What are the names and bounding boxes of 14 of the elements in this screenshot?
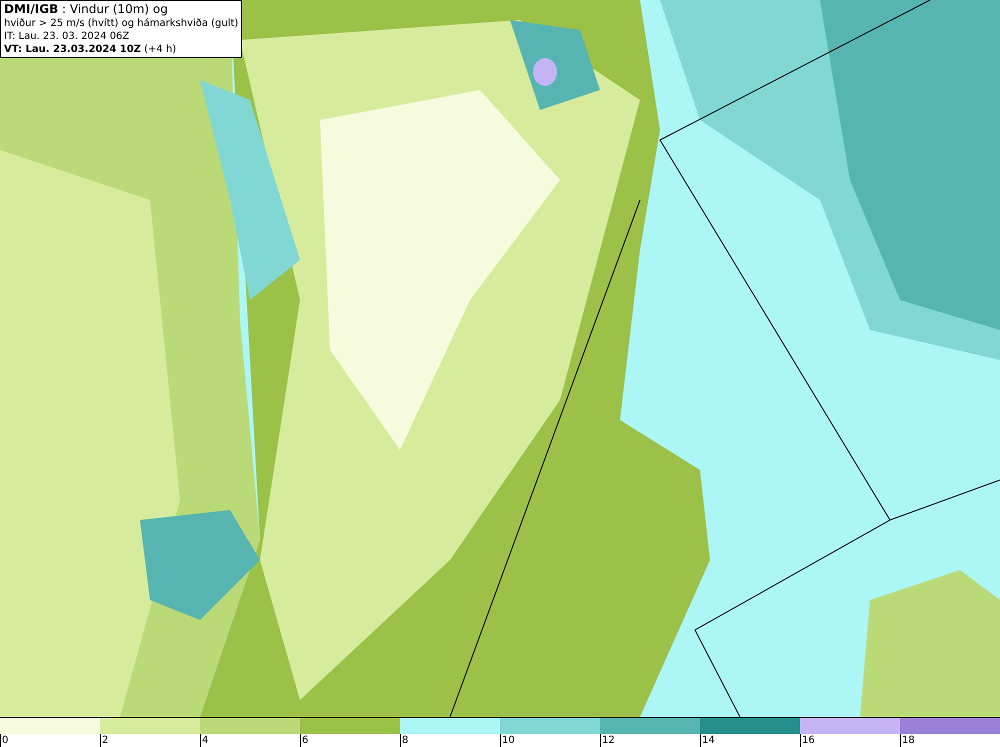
header-line: hviður > 25 m/s (hvítt) og hámarkshviða (gult) — [4, 17, 238, 30]
legend-tick-label: 16 — [800, 734, 900, 747]
legend-tick-label: 6 — [300, 734, 400, 747]
header-line: DMI/IGB : Vindur (10m) og — [4, 2, 169, 17]
legend-tick-label: 12 — [600, 734, 700, 747]
legend-tick-label: 8 — [400, 734, 500, 747]
legend-tick-label: 18 — [900, 734, 1000, 747]
legend-tick-label: 4 — [200, 734, 300, 747]
header-line: IT: Lau. 23. 03. 2024 06Z — [4, 30, 130, 43]
legend-tick-label: 10 — [500, 734, 600, 747]
legend-tick-label: 0 — [0, 734, 100, 747]
legend-tick-label: 14 — [700, 734, 800, 747]
header-line: VT: Lau. 23.03.2024 10Z (+4 h) — [4, 43, 178, 56]
legend-tick-label: 2 — [100, 734, 200, 747]
